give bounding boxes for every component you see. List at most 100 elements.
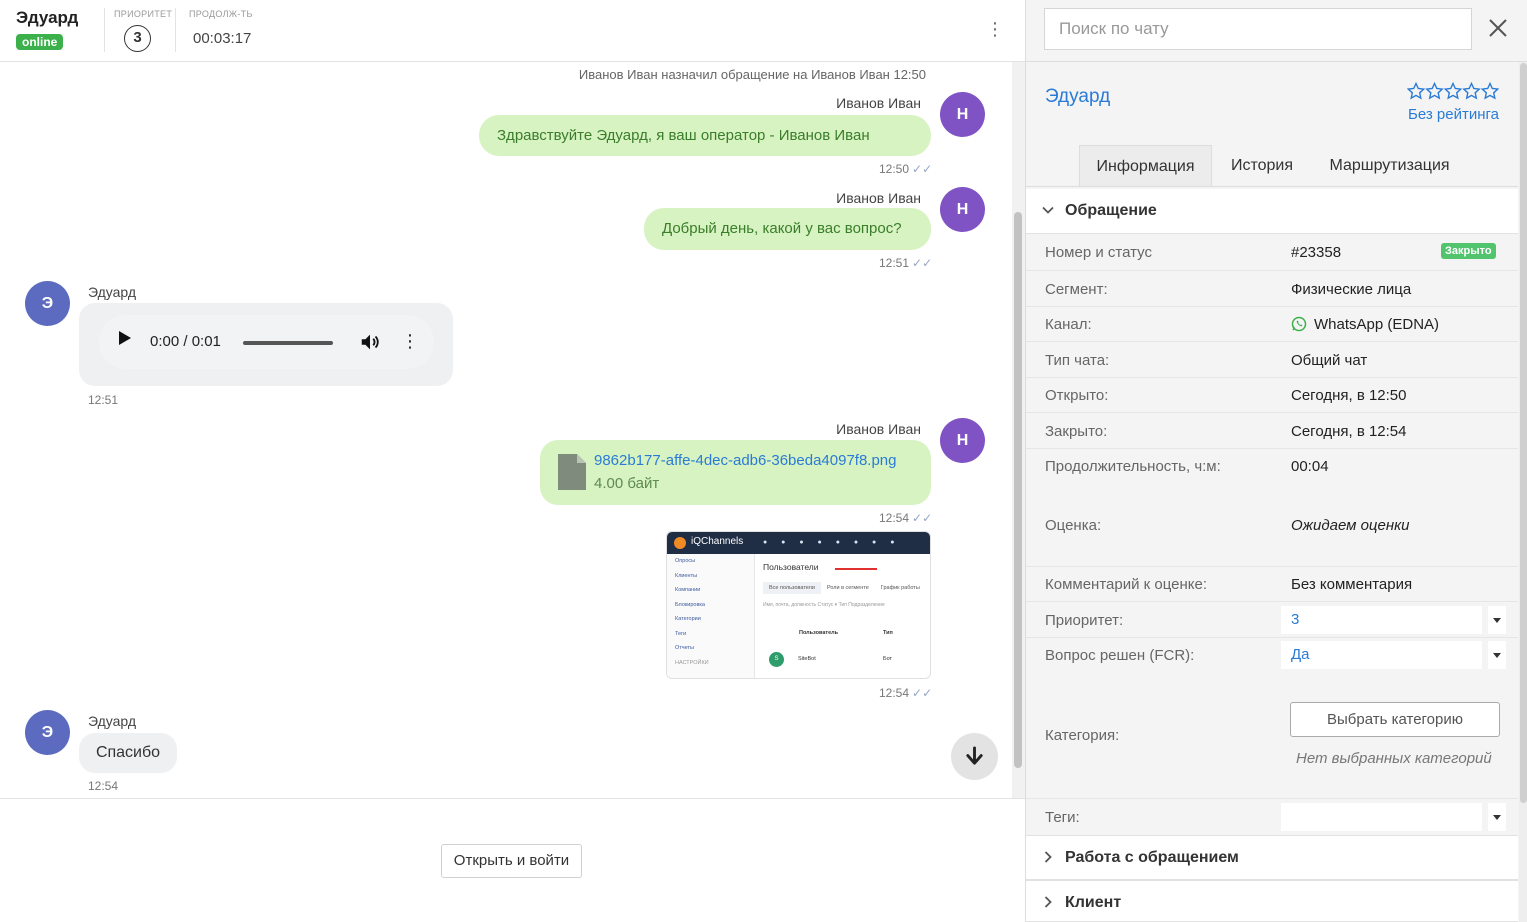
message-sender: Иванов Иван	[836, 421, 921, 437]
rating-stars-icon[interactable]	[1407, 82, 1499, 102]
tab-routing[interactable]: Маршрутизация	[1316, 145, 1463, 187]
fcr-select[interactable]: Да	[1281, 641, 1482, 669]
file-link[interactable]: 9862b177-affe-4dec-adb6-36beda4097f8.png	[594, 452, 897, 469]
message-sender: Иванов Иван	[836, 190, 921, 206]
chevron-right-icon	[1044, 851, 1052, 863]
field-value: WhatsApp (EDNA)	[1314, 316, 1440, 333]
duration-value: 00:03:17	[193, 30, 252, 47]
field-value: 00:04	[1291, 458, 1329, 475]
field-key: Номер и статус	[1045, 244, 1152, 261]
side-client-name[interactable]: Эдуард	[1045, 86, 1110, 108]
operator-avatar: Н	[940, 187, 985, 232]
preview-menu-item: Отчеты	[675, 645, 695, 651]
field-key: Сегмент:	[1045, 281, 1108, 298]
duration-label: ПРОДОЛЖ-ТЬ	[189, 9, 253, 19]
arrow-down-icon	[966, 746, 983, 765]
system-message: Иванов Иван назначил обращение на Иванов…	[578, 67, 926, 82]
audio-more-icon[interactable]: ⋮	[401, 330, 419, 352]
more-options-icon[interactable]: ⋮	[986, 18, 1004, 40]
preview-menu-item: Опросы	[675, 558, 696, 564]
audio-progress-slider[interactable]	[243, 341, 333, 345]
app-logo-icon	[674, 537, 686, 549]
file-size: 4.00 байт	[594, 475, 660, 492]
choose-category-button[interactable]: Выбрать категорию	[1290, 702, 1500, 737]
tab-history[interactable]: История	[1216, 145, 1308, 187]
preview-tab: График работы	[880, 585, 920, 591]
chevron-down-icon[interactable]	[1488, 606, 1506, 634]
preview-tabs: Все пользователи Роли в сегменте График ра…	[763, 582, 926, 594]
message-text: Здравствуйте Эдуард, я ваш оператор - Ив…	[497, 127, 870, 144]
rating-label: Без рейтинга	[1408, 106, 1499, 123]
read-ticks-icon: ✓✓	[912, 511, 933, 525]
chevron-down-icon[interactable]	[1488, 803, 1506, 831]
open-and-join-button[interactable]: Открыть и войти	[441, 844, 582, 878]
audio-player[interactable]: 0:00 / 0:01 ⋮	[99, 315, 434, 369]
preview-annotation-arrow	[835, 568, 877, 570]
chevron-down-icon	[1042, 206, 1054, 214]
no-categories-text: Нет выбранных категорий	[1296, 750, 1492, 767]
preview-tab: Все пользователи	[763, 582, 821, 594]
chat-scrollbar-thumb[interactable]	[1014, 212, 1022, 768]
info-panel: Поиск по чату Эдуард Без рейтинга Информ…	[1025, 0, 1527, 922]
tags-select[interactable]	[1281, 803, 1482, 831]
chat-search-input[interactable]: Поиск по чату	[1044, 8, 1472, 50]
header-divider	[175, 8, 176, 52]
section-work[interactable]: Работа с обращением	[1026, 835, 1518, 880]
field-value: Сегодня, в 12:50	[1291, 387, 1407, 404]
field-key: Теги:	[1045, 809, 1080, 826]
message-time: 12:51 ✓✓	[879, 256, 933, 270]
preview-tab: Роли в сегменте	[826, 585, 869, 591]
preview-toolbar-icons: ● ● ● ● ● ● ● ●	[763, 539, 901, 546]
volume-icon[interactable]	[359, 331, 381, 353]
play-icon[interactable]	[119, 331, 131, 345]
client-avatar: Э	[25, 710, 70, 755]
online-status-badge: online	[16, 34, 64, 50]
image-attachment[interactable]: iQChannels ● ● ● ● ● ● ● ● Опросы Клиент…	[666, 531, 931, 679]
message-sender: Эдуард	[88, 713, 137, 729]
field-row: Продолжительность, ч:м: 00:04	[1026, 449, 1518, 484]
preview-filter: Имя, почта, должность Статус ▾ Тип Подра…	[763, 602, 885, 608]
preview-menu-item: Блокировка	[675, 601, 705, 608]
field-key: Приоритет:	[1045, 612, 1124, 629]
field-key: Категория:	[1045, 727, 1120, 744]
field-key: Тип чата:	[1045, 352, 1110, 369]
section-title: Клиент	[1065, 894, 1122, 911]
client-name: Эдуард	[16, 8, 79, 27]
preview-col-user: Пользователь	[799, 630, 839, 636]
priority-label: ПРИОРИТЕТ	[114, 9, 173, 19]
preview-sidebar: Опросы Клиенты Компании Блокировка Катег…	[667, 554, 755, 678]
preview-topbar: iQChannels ● ● ● ● ● ● ● ●	[667, 532, 930, 554]
close-icon[interactable]	[1486, 16, 1510, 40]
chevron-right-icon	[1044, 896, 1052, 908]
preview-app-name: iQChannels	[691, 536, 744, 547]
section-title: Обращение	[1065, 202, 1157, 219]
scroll-to-bottom-button[interactable]	[951, 733, 998, 780]
preview-row-type: Бот	[883, 656, 893, 662]
chevron-down-icon[interactable]	[1488, 641, 1506, 669]
audio-time: 0:00 / 0:01	[150, 333, 221, 350]
incoming-audio-message: 0:00 / 0:01 ⋮	[79, 303, 453, 386]
message-sender: Эдуард	[88, 284, 137, 300]
preview-menu-item: Категории	[675, 616, 701, 622]
field-value: Сегодня, в 12:54	[1291, 423, 1407, 440]
field-row: Оценка: Ожидаем оценки	[1026, 484, 1518, 567]
section-client[interactable]: Клиент	[1026, 880, 1518, 922]
client-avatar: Э	[25, 281, 70, 326]
field-value: Физические лица	[1291, 281, 1412, 298]
message-list[interactable]: Иванов Иван назначил обращение на Иванов…	[0, 62, 1025, 798]
read-ticks-icon: ✓✓	[912, 162, 933, 176]
field-value: Общий чат	[1291, 352, 1368, 369]
section-title: Работа с обращением	[1065, 849, 1239, 866]
chat-header: Эдуард online ПРИОРИТЕТ 3 ПРОДОЛЖ-ТЬ 00:…	[0, 0, 1025, 62]
read-ticks-icon: ✓✓	[912, 686, 933, 700]
priority-select[interactable]: 3	[1281, 606, 1482, 634]
section-ticket[interactable]: Обращение	[1026, 189, 1518, 234]
tab-information[interactable]: Информация	[1079, 145, 1212, 187]
preview-title: Пользователи	[763, 562, 819, 572]
preview-menu-item: Компании	[675, 587, 701, 593]
priority-value: 3	[124, 25, 151, 52]
message-time: 12:54 ✓✓	[879, 686, 933, 700]
read-ticks-icon: ✓✓	[912, 256, 933, 270]
field-row: Тип чата: Общий чат	[1026, 342, 1518, 378]
panel-scrollbar-thumb[interactable]	[1520, 63, 1527, 803]
